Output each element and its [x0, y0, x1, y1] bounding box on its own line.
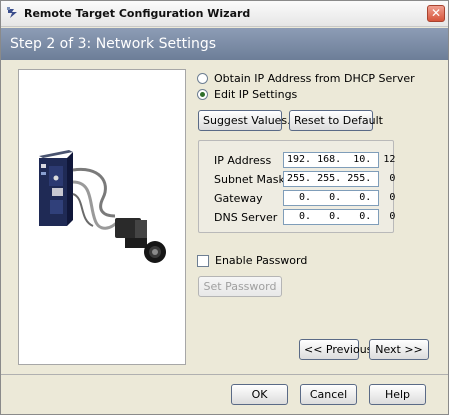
- step-header: Step 2 of 3: Network Settings: [1, 28, 448, 60]
- reset-to-default-button[interactable]: Reset to Default: [289, 110, 383, 131]
- content-area: Obtain IP Address from DHCP Server Edit …: [1, 60, 448, 374]
- radio-dhcp-button[interactable]: [197, 72, 208, 84]
- subnet-mask-field[interactable]: 255. 255. 255. 0: [283, 171, 395, 187]
- radio-edit-ip-label: Edit IP Settings: [214, 87, 298, 101]
- next-button[interactable]: Next >>: [369, 339, 429, 360]
- radio-dhcp[interactable]: Obtain IP Address from DHCP Server: [197, 71, 415, 85]
- cancel-button[interactable]: Cancel: [300, 384, 357, 405]
- smart-camera-device-illustration: [39, 150, 166, 263]
- ok-button[interactable]: OK: [231, 384, 288, 405]
- enable-password-option[interactable]: Enable Password: [197, 254, 307, 267]
- radio-edit-ip[interactable]: Edit IP Settings: [197, 87, 297, 101]
- gateway-label: Gateway: [214, 192, 263, 205]
- window-title: Remote Target Configuration Wizard: [24, 7, 251, 20]
- radio-edit-ip-button[interactable]: [197, 88, 208, 100]
- gateway-field[interactable]: 0. 0. 0. 0: [283, 190, 395, 206]
- radio-dhcp-label: Obtain IP Address from DHCP Server: [214, 71, 415, 85]
- footer-bar: OK Cancel Help: [1, 374, 448, 414]
- title-bar[interactable]: Remote Target Configuration Wizard ✕: [1, 1, 448, 27]
- previous-button[interactable]: << Previous: [299, 339, 372, 360]
- ip-address-label: IP Address: [214, 154, 272, 167]
- close-icon: ✕: [430, 6, 442, 20]
- enable-password-checkbox[interactable]: [197, 254, 209, 267]
- close-button[interactable]: ✕: [427, 5, 445, 22]
- enable-password-label: Enable Password: [215, 254, 308, 267]
- suggest-values-button[interactable]: Suggest Values...: [198, 110, 298, 131]
- dns-server-label: DNS Server: [214, 211, 278, 224]
- ip-address-field[interactable]: 192. 168. 10. 12: [283, 152, 395, 168]
- dns-server-field[interactable]: 0. 0. 0. 0: [283, 209, 395, 225]
- network-settings-panel: IP Address 192. 168. 10. 12 Subnet Mask …: [198, 140, 395, 233]
- subnet-mask-label: Subnet Mask: [214, 173, 285, 186]
- help-button[interactable]: Help: [369, 384, 426, 405]
- step-title: Step 2 of 3: Network Settings: [10, 36, 217, 52]
- set-password-button[interactable]: Set Password: [198, 276, 282, 297]
- wizard-window: Remote Target Configuration Wizard ✕ Ste…: [0, 0, 449, 415]
- device-image-panel: [18, 69, 186, 365]
- wizard-icon: [7, 7, 17, 18]
